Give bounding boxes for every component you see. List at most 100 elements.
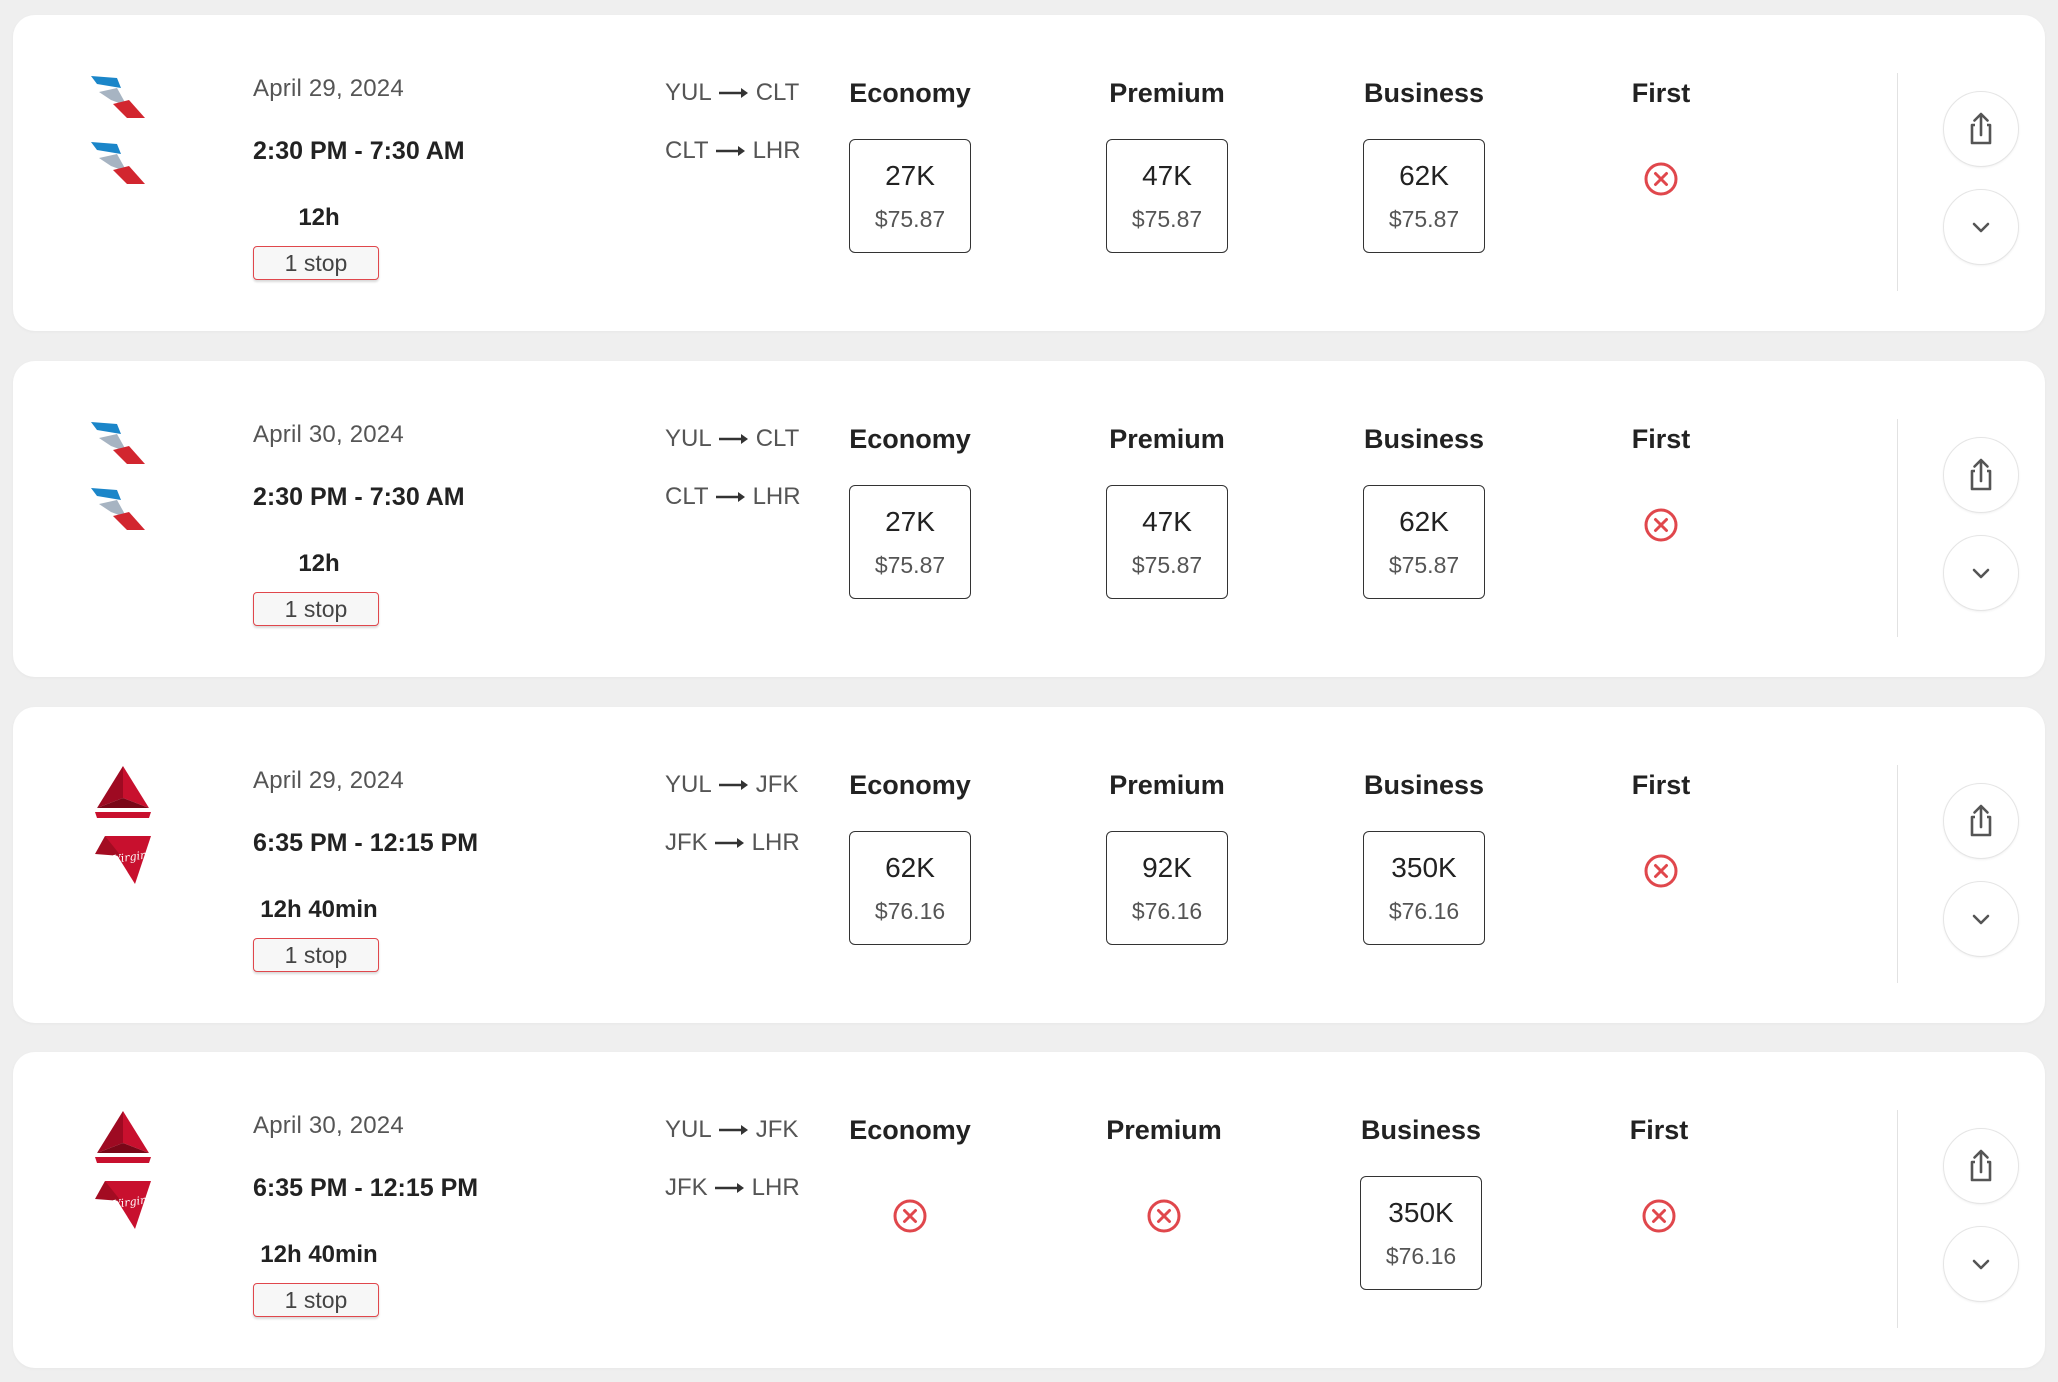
fare-option-premium[interactable]: 47K $75.87: [1106, 485, 1228, 599]
fare-cash: $75.87: [874, 205, 946, 232]
fare-points: 62K: [1399, 505, 1449, 537]
fare-points: 47K: [1142, 505, 1192, 537]
share-icon: [1961, 109, 2001, 149]
cabin-label: Premium: [1109, 770, 1225, 800]
fare-points: 350K: [1388, 1196, 1454, 1228]
route-arrow-icon: [718, 88, 748, 98]
route-arrow-icon: [718, 780, 748, 790]
cabin-label: First: [1631, 78, 1691, 108]
american-airlines-logo: [83, 416, 163, 480]
chevron-down-icon: [1961, 1244, 2001, 1284]
unavailable-x-icon: [1144, 1196, 1184, 1236]
route-arrow-icon: [714, 838, 744, 848]
flight-info: April 29, 2024 6:35 PM - 12:15 PM 12h 40…: [253, 767, 553, 972]
route-arrow-icon: [715, 146, 745, 156]
flight-date: April 29, 2024: [253, 767, 404, 794]
segment-origin: JFK: [665, 1174, 708, 1201]
cabin-economy: Economy 62K $76.16: [810, 769, 1010, 945]
segment-destination: CLT: [755, 425, 800, 452]
fare-option-economy[interactable]: 62K $76.16: [849, 831, 971, 945]
route-arrow-icon: [714, 1183, 744, 1193]
segment-origin: JFK: [665, 829, 708, 856]
flight-duration: 12h 40min: [260, 896, 378, 923]
cabin-label: Economy: [849, 770, 971, 800]
flight-date: April 30, 2024: [253, 421, 404, 448]
share-icon: [1961, 1146, 2001, 1186]
fare-option-economy[interactable]: 27K $75.87: [849, 139, 971, 253]
flight-times: 6:35 PM - 12:15 PM: [253, 829, 479, 857]
flight-card[interactable]: Virgin April 29, 2024 6:35 PM - 12:15 PM…: [13, 707, 2045, 1023]
divider: [1897, 419, 1898, 637]
cabin-economy: Economy 27K $75.87: [810, 77, 1010, 253]
unavailable-x-icon: [1639, 1196, 1679, 1236]
stops-badge[interactable]: 1 stop: [253, 246, 379, 280]
flight-card[interactable]: Virgin April 30, 2024 6:35 PM - 12:15 PM…: [13, 1052, 2045, 1368]
cabin-label: Premium: [1109, 424, 1225, 454]
cabin-label: First: [1631, 424, 1691, 454]
american-airlines-logo: [83, 70, 163, 134]
cabin-label: Economy: [849, 424, 971, 454]
flight-info: April 30, 2024 6:35 PM - 12:15 PM 12h 40…: [253, 1112, 553, 1317]
flight-date: April 30, 2024: [253, 1112, 404, 1139]
route-arrow-icon: [718, 434, 748, 444]
unavailable-x-icon: [890, 1196, 930, 1236]
share-button[interactable]: [1943, 783, 2019, 859]
flight-duration: 12h 40min: [260, 1241, 378, 1268]
segment-origin: YUL: [665, 425, 712, 452]
share-button[interactable]: [1943, 91, 2019, 167]
fare-cash: $75.87: [1131, 205, 1203, 232]
stops-badge[interactable]: 1 stop: [253, 938, 379, 972]
flight-card[interactable]: April 29, 2024 2:30 PM - 7:30 AM 12h 1 s…: [13, 15, 2045, 331]
fare-option-business[interactable]: 350K $76.16: [1363, 831, 1485, 945]
unavailable-x-icon: [1641, 505, 1681, 545]
american-airlines-logo: [83, 482, 163, 546]
cabin-label: Premium: [1106, 1115, 1222, 1145]
expand-button[interactable]: [1943, 535, 2019, 611]
virgin-atlantic-logo: Virgin: [83, 828, 163, 892]
flight-card[interactable]: April 30, 2024 2:30 PM - 7:30 AM 12h 1 s…: [13, 361, 2045, 677]
segment-origin: CLT: [665, 483, 709, 510]
share-icon: [1961, 455, 2001, 495]
flight-info: April 29, 2024 2:30 PM - 7:30 AM 12h 1 s…: [253, 75, 553, 280]
cabin-first: First: [1561, 423, 1761, 545]
cabin-business: Business 62K $75.87: [1324, 423, 1524, 599]
fare-cash: $75.87: [1388, 205, 1460, 232]
expand-button[interactable]: [1943, 189, 2019, 265]
expand-button[interactable]: [1943, 1226, 2019, 1302]
delta-logo: [83, 762, 163, 826]
fare-points: 27K: [885, 505, 935, 537]
fare-cash: $76.16: [1131, 897, 1203, 924]
fare-points: 62K: [1399, 159, 1449, 191]
cabin-first: First: [1561, 769, 1761, 891]
fare-option-economy[interactable]: 27K $75.87: [849, 485, 971, 599]
segment-destination: LHR: [752, 137, 801, 164]
chevron-down-icon: [1961, 899, 2001, 939]
cabin-premium: Premium 47K $75.87: [1067, 423, 1267, 599]
fare-cash: $75.87: [1131, 551, 1203, 578]
stops-badge[interactable]: 1 stop: [253, 1283, 379, 1317]
chevron-down-icon: [1961, 553, 2001, 593]
flight-date: April 29, 2024: [253, 75, 404, 102]
segment-destination: LHR: [751, 1174, 800, 1201]
fare-option-premium[interactable]: 92K $76.16: [1106, 831, 1228, 945]
american-airlines-logo: [83, 136, 163, 200]
flight-times: 2:30 PM - 7:30 AM: [253, 483, 465, 511]
fare-option-premium[interactable]: 47K $75.87: [1106, 139, 1228, 253]
expand-button[interactable]: [1943, 881, 2019, 957]
fare-option-business[interactable]: 62K $75.87: [1363, 485, 1485, 599]
segment-destination: LHR: [752, 483, 801, 510]
share-button[interactable]: [1943, 1128, 2019, 1204]
stops-badge[interactable]: 1 stop: [253, 592, 379, 626]
virgin-atlantic-logo: Virgin: [83, 1173, 163, 1237]
share-button[interactable]: [1943, 437, 2019, 513]
cabin-economy: Economy 27K $75.87: [810, 423, 1010, 599]
fare-option-business[interactable]: 62K $75.87: [1363, 139, 1485, 253]
fare-option-business[interactable]: 350K $76.16: [1360, 1176, 1482, 1290]
cabin-label: Business: [1360, 1115, 1482, 1145]
fare-points: 350K: [1391, 851, 1457, 883]
fare-cash: $76.16: [1388, 897, 1460, 924]
fare-cash: $76.16: [1385, 1242, 1457, 1269]
cabin-label: First: [1631, 770, 1691, 800]
airline-logos: Virgin: [83, 1107, 163, 1237]
segment-destination: JFK: [755, 1116, 799, 1143]
